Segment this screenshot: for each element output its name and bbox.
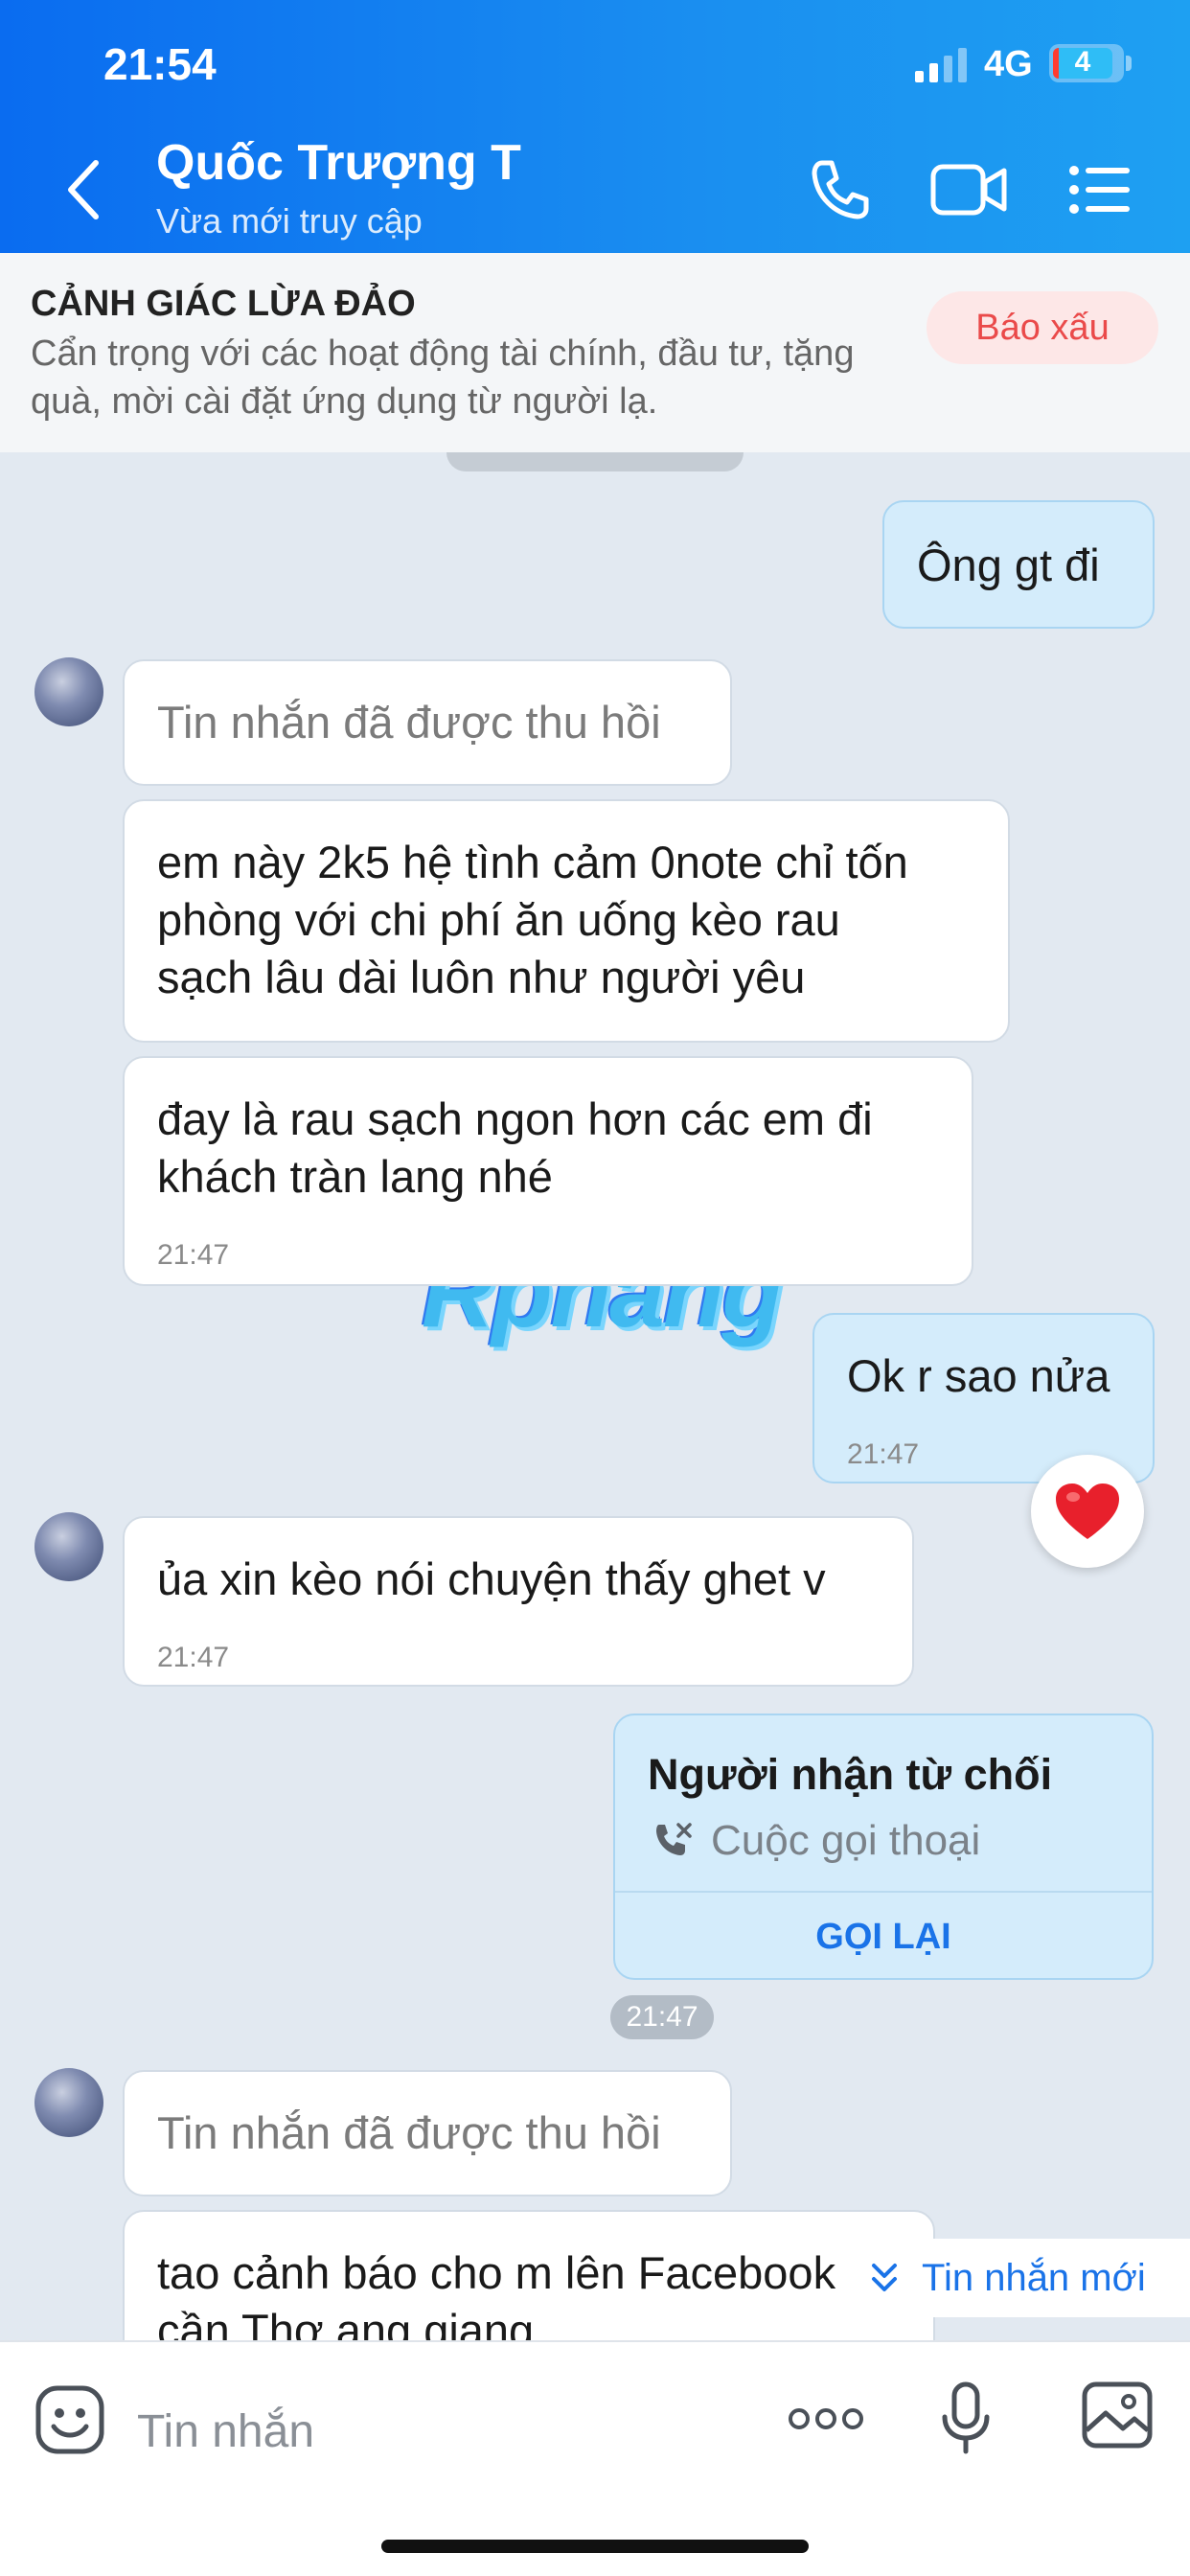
incoming-message[interactable]: đay là rau sạch ngon hơn các em đi khách… [123, 1056, 973, 1286]
new-messages-label: Tin nhắn mới [922, 2257, 1146, 2299]
missed-call-icon [656, 1823, 692, 1855]
load-more-indicator [446, 452, 744, 472]
message-time: 21:47 [157, 1239, 230, 1271]
report-button[interactable]: Báo xấu [927, 291, 1158, 364]
message-text: ủa xin kèo nói chuyện thấy ghet v [157, 1553, 826, 1604]
time-divider: 21:47 [610, 1995, 714, 2039]
status-time: 21:54 [103, 39, 217, 89]
outgoing-message[interactable]: Ông gt đi [882, 500, 1155, 629]
double-chevron-down-icon [872, 2264, 897, 2291]
avatar[interactable] [34, 657, 103, 726]
warning-text: Cẩn trọng với các hoạt động tài chính, đ… [31, 334, 855, 422]
battery-tip [1126, 56, 1132, 71]
network-label: 4G [984, 44, 1033, 84]
message-text: Ok r sao nửa [847, 1350, 1110, 1401]
battery-level: 4 [1074, 46, 1091, 78]
chat-header: 21:54 4G 4 Quốc Trượng T Vừa mới truy cậ… [0, 0, 1190, 253]
contact-status: Vừa mới truy cập [156, 201, 423, 241]
back-icon[interactable] [57, 155, 111, 224]
incoming-message[interactable]: ủa xin kèo nói chuyện thấy ghet v 21:47 [123, 1516, 914, 1687]
recalled-message-text: Tin nhắn đã được thu hồi [157, 697, 661, 748]
call-title: Người nhận từ chối [648, 1750, 1053, 1799]
warning-title: CẢNH GIÁC LỪA ĐẢO [31, 284, 416, 324]
message-text: Ông gt đi [917, 540, 1100, 590]
battery-icon: 4 [1049, 44, 1124, 82]
message-text: đay là rau sạch ngon hơn các em đi [157, 1093, 873, 1144]
message-text: phòng với chi phí ăn uống kèo rau [157, 894, 840, 945]
phone-icon[interactable] [803, 153, 876, 226]
message-time: 21:47 [157, 1642, 230, 1673]
message-input[interactable]: Tin nhắn [137, 2405, 314, 2458]
new-messages-button[interactable]: Tin nhắn mới [851, 2239, 1190, 2317]
heart-reaction[interactable] [1031, 1455, 1144, 1568]
home-indicator [381, 2540, 809, 2553]
message-time: 21:47 [847, 1438, 920, 1470]
heart-icon [1056, 1484, 1119, 1539]
avatar[interactable] [34, 2068, 103, 2137]
message-text: khách tràn lang nhé [157, 1151, 553, 1202]
more-icon[interactable] [788, 2402, 864, 2436]
divider [615, 1891, 1152, 1893]
scam-warning-banner: CẢNH GIÁC LỪA ĐẢO Cẩn trọng với các hoạt… [0, 253, 1190, 452]
message-text: em này 2k5 hệ tình cảm 0note chỉ tốn [157, 837, 908, 887]
menu-icon[interactable] [1068, 153, 1133, 226]
contact-name[interactable]: Quốc Trượng T [156, 134, 521, 192]
microphone-icon[interactable] [941, 2380, 991, 2457]
avatar[interactable] [34, 1512, 103, 1581]
incoming-message[interactable]: Tin nhắn đã được thu hồi [123, 659, 732, 786]
message-text: tao cảnh báo cho m lên Facebook [157, 2247, 836, 2298]
emoji-icon[interactable] [34, 2384, 105, 2455]
message-text: sạch lâu dài luôn như người yêu [157, 952, 806, 1002]
incoming-message[interactable]: em này 2k5 hệ tình cảm 0note chỉ tốn phò… [123, 799, 1010, 1043]
signal-icon [915, 48, 967, 82]
recalled-message-text: Tin nhắn đã được thu hồi [157, 2107, 661, 2158]
call-card: Người nhận từ chối Cuộc gọi thoại GỌI LẠ… [613, 1714, 1154, 1980]
image-icon[interactable] [1081, 2380, 1154, 2450]
video-icon[interactable] [929, 153, 1010, 226]
incoming-message[interactable]: Tin nhắn đã được thu hồi [123, 2070, 732, 2196]
call-type: Cuộc gọi thoại [711, 1817, 981, 1864]
call-back-button[interactable]: GỌI LẠI [615, 1894, 1152, 1980]
